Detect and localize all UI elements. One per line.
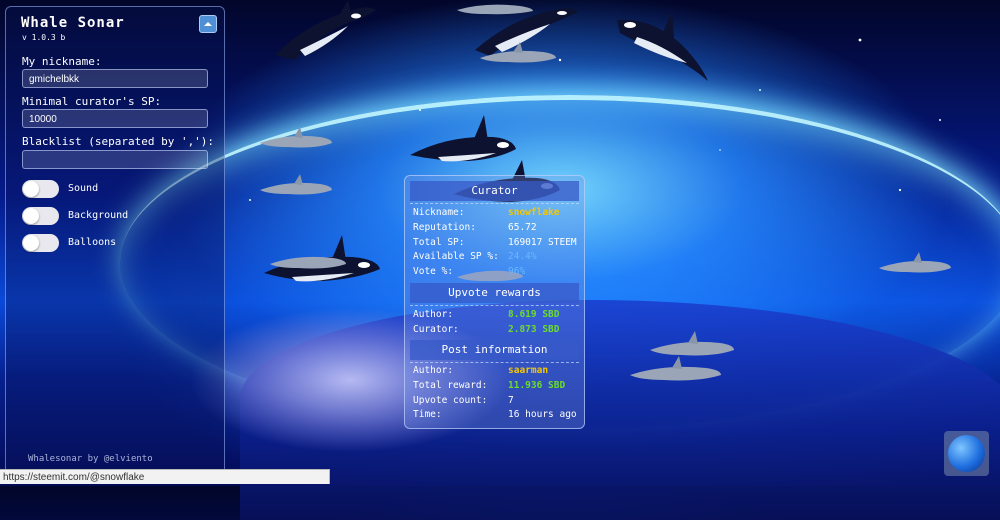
dolphin-icon	[260, 174, 332, 195]
nickname-label: My nickname:	[22, 55, 102, 68]
row-key: Total SP:	[413, 237, 465, 248]
blacklist-input[interactable]	[22, 150, 208, 169]
credit-link[interactable]: Whalesonar by @elviento	[28, 454, 153, 464]
balloons-toggle-label: Balloons	[68, 237, 117, 248]
row-value: 8.619 SBD	[508, 309, 560, 320]
dolphin-icon	[480, 42, 556, 63]
row-value: 11.936 SBD	[508, 380, 566, 391]
browser-status-url: https://steemit.com/@snowflake	[0, 469, 330, 484]
sound-toggle-label: Sound	[68, 183, 99, 194]
reward-curator-row: Curator: 2.873 SBD	[413, 324, 583, 338]
reward-author-row: Author: 8.619 SBD	[413, 309, 583, 323]
toggle-knob	[23, 181, 39, 197]
row-value: 2.873 SBD	[508, 324, 560, 335]
dolphin-icon	[630, 356, 721, 381]
curator-info-panel: Curator Nickname: snowflake Reputation: …	[404, 175, 585, 429]
row-value: 7	[508, 395, 514, 406]
row-value: 65.72	[508, 222, 537, 233]
row-value: 16 hours ago	[508, 409, 577, 420]
row-value: 24.4%	[508, 251, 537, 262]
curator-available-sp-row: Available SP %: 24.4%	[413, 251, 583, 265]
app-title: Whale Sonar	[21, 15, 125, 31]
post-total-reward-row: Total reward: 11.936 SBD	[413, 380, 583, 394]
globe-button[interactable]	[944, 431, 989, 476]
toggle-knob	[23, 208, 39, 224]
row-value: 169017 STEEM	[508, 237, 577, 248]
post-information-heading: Post information	[410, 340, 579, 360]
min-sp-input[interactable]: 10000	[22, 109, 208, 128]
app-version: v 1.0.3 b	[22, 33, 66, 42]
blacklist-label: Blacklist (separated by ','):	[22, 135, 215, 148]
background-toggle[interactable]	[22, 207, 59, 225]
divider	[410, 362, 579, 363]
background-toggle-label: Background	[68, 210, 129, 221]
divider	[410, 305, 579, 306]
dolphin-icon	[879, 252, 951, 273]
curator-vote-row: Vote %: 96%	[413, 266, 583, 280]
post-upvote-count-row: Upvote count: 7	[413, 395, 583, 409]
curator-nickname-row: Nickname: snowflake	[413, 207, 583, 221]
orca-icon	[617, 10, 708, 81]
globe-icon	[948, 435, 985, 472]
post-time-row: Time: 16 hours ago	[413, 409, 583, 423]
row-key: Total reward:	[413, 380, 488, 391]
dolphin-icon	[260, 127, 332, 148]
orca-icon	[275, 0, 376, 61]
row-key: Available SP %:	[413, 251, 499, 262]
row-value: 96%	[508, 266, 526, 277]
row-key: Time:	[413, 409, 442, 420]
sound-toggle[interactable]	[22, 180, 59, 198]
curator-total-sp-row: Total SP: 169017 STEEM	[413, 237, 583, 251]
row-key: Vote %:	[413, 266, 454, 277]
post-author-link[interactable]: saarman	[508, 365, 548, 376]
row-key: Nickname:	[413, 207, 465, 218]
row-key: Reputation:	[413, 222, 476, 233]
toggle-knob	[23, 235, 39, 251]
chevron-up-icon	[204, 22, 212, 26]
row-key: Author:	[413, 365, 454, 376]
settings-panel: Whale Sonar v 1.0.3 b My nickname: gmich…	[5, 6, 225, 476]
dolphin-icon	[270, 256, 346, 269]
curator-reputation-row: Reputation: 65.72	[413, 222, 583, 236]
nickname-input[interactable]: gmichelbkk	[22, 69, 208, 88]
upvote-rewards-heading: Upvote rewards	[410, 283, 579, 303]
row-key: Curator:	[413, 324, 459, 335]
min-sp-label: Minimal curator's SP:	[22, 95, 162, 108]
row-key: Author:	[413, 309, 454, 320]
divider	[410, 203, 579, 204]
collapse-panel-button[interactable]	[199, 15, 217, 33]
balloons-toggle[interactable]	[22, 234, 59, 252]
post-author-row: Author: saarman	[413, 365, 583, 379]
curator-heading: Curator	[410, 181, 579, 201]
curator-nickname-link[interactable]: snowflake	[508, 207, 559, 218]
row-key: Upvote count:	[413, 395, 488, 406]
dolphin-icon	[457, 4, 533, 15]
